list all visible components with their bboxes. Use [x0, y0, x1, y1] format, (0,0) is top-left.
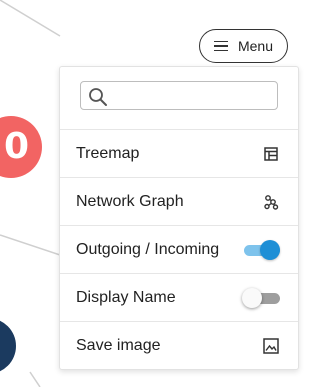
search-box[interactable] [80, 81, 278, 110]
menu-button[interactable]: Menu [199, 29, 288, 63]
graph-node-label: 0 [4, 126, 30, 167]
graph-node-navy [0, 320, 16, 372]
treemap-icon [262, 145, 280, 163]
image-icon [262, 337, 280, 355]
menu-item-label: Treemap [76, 144, 140, 162]
toggle-thumb [242, 287, 262, 308]
outgoing-incoming-toggle[interactable] [244, 239, 280, 260]
menu-item-outgoing-incoming[interactable]: Outgoing / Incoming [60, 226, 298, 274]
graph-edge [0, 0, 61, 37]
menu-item-treemap[interactable]: Treemap [60, 130, 298, 178]
network-graph-icon [262, 193, 280, 211]
menu-item-network-graph[interactable]: Network Graph [60, 178, 298, 226]
graph-edge [29, 371, 41, 387]
toggle-thumb [260, 239, 280, 260]
menu-item-display-name[interactable]: Display Name [60, 274, 298, 322]
menu-button-label: Menu [237, 38, 274, 54]
search-section [60, 67, 298, 130]
display-name-toggle[interactable] [242, 287, 280, 308]
search-icon [89, 88, 107, 106]
menu-item-label: Outgoing / Incoming [76, 240, 220, 258]
search-input[interactable] [113, 84, 273, 108]
menu-item-save-image[interactable]: Save image [60, 322, 298, 370]
menu-item-label: Network Graph [76, 192, 184, 210]
menu-dropdown: Treemap Network Graph Outgoing / Incomin… [59, 66, 299, 370]
menu-item-label: Save image [76, 337, 161, 354]
graph-edge [0, 234, 61, 256]
hamburger-icon [213, 40, 228, 52]
menu-item-label: Display Name [76, 288, 176, 306]
